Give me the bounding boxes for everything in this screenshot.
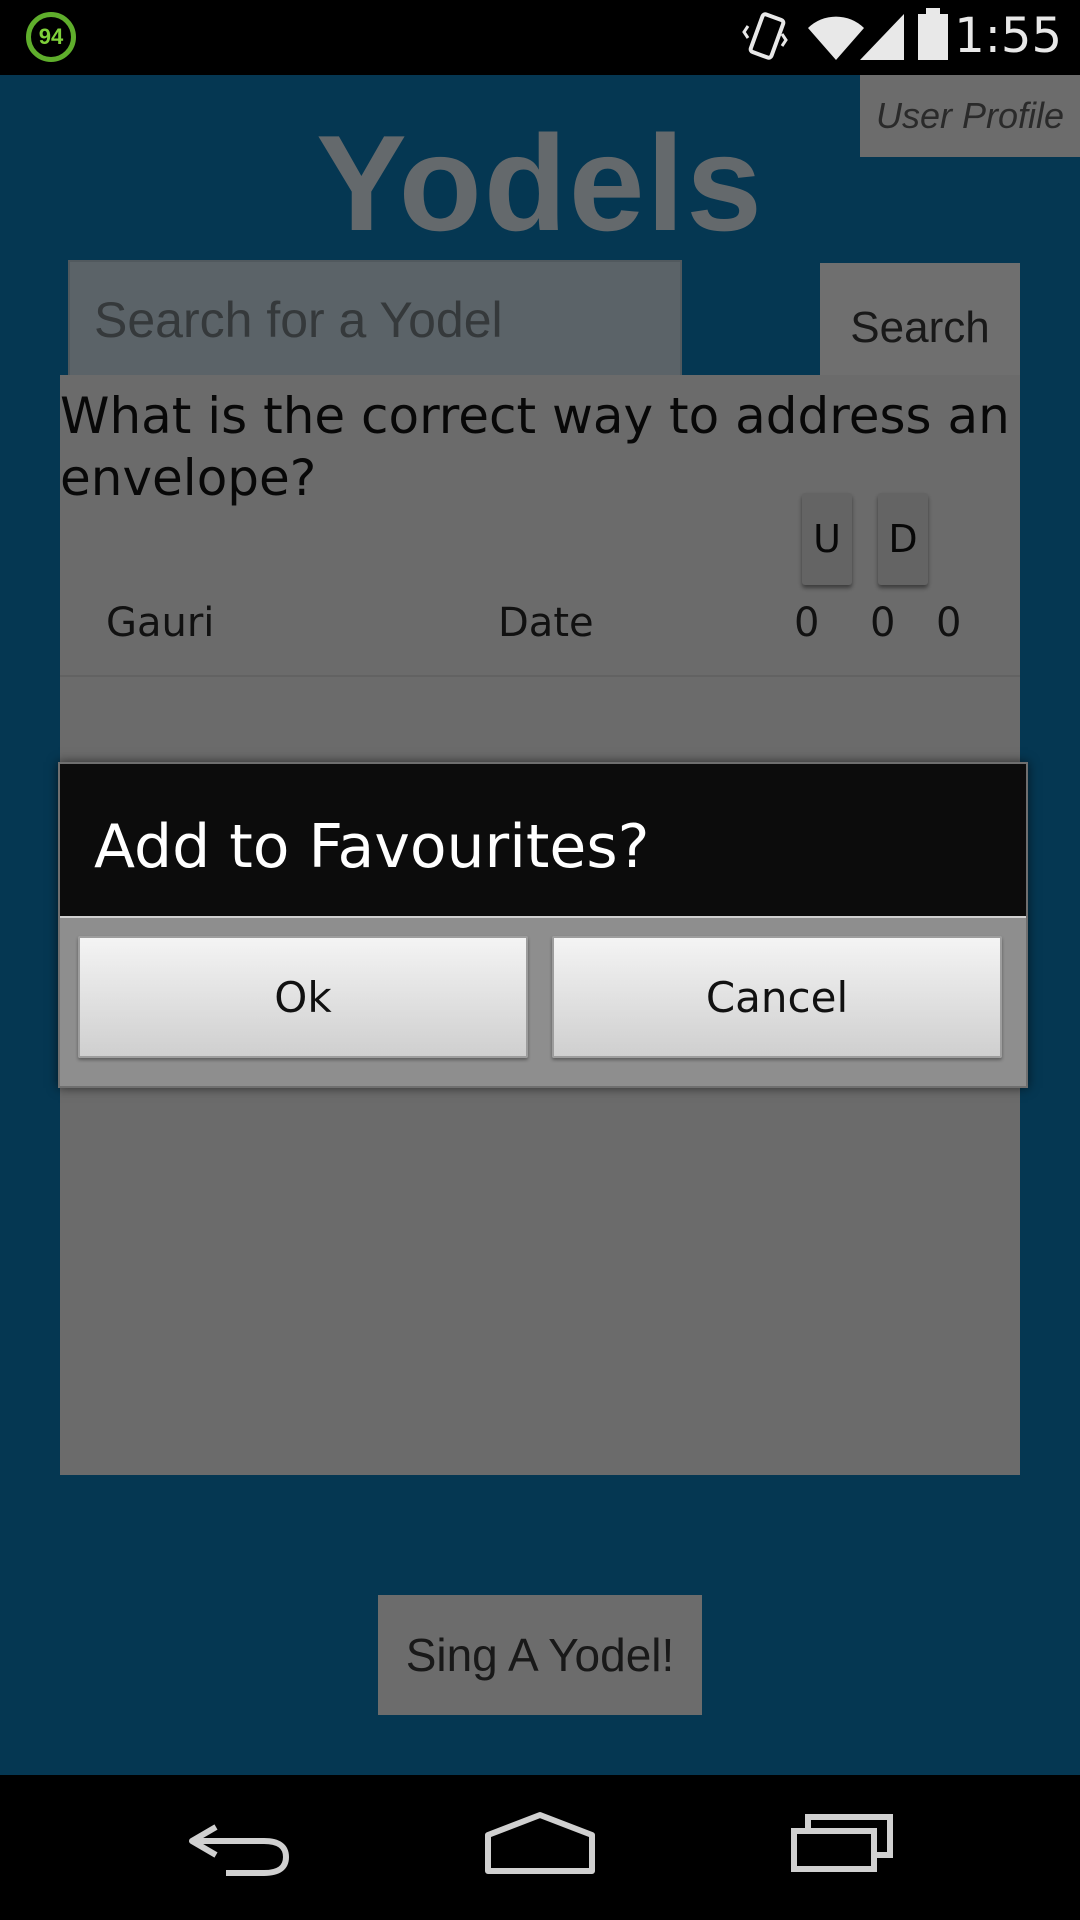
clock: 1:55 <box>954 8 1062 64</box>
battery-icon <box>918 8 948 60</box>
signal-icon <box>860 14 904 60</box>
home-icon[interactable] <box>484 1811 596 1875</box>
vibrate-icon <box>742 12 788 60</box>
ok-button[interactable]: Ok <box>78 936 528 1058</box>
wifi-icon <box>808 16 864 60</box>
recent-apps-icon[interactable] <box>790 1811 896 1873</box>
battery-percent-badge: 94 <box>26 12 76 62</box>
dialog-title: Add to Favourites? <box>94 812 650 882</box>
navigation-bar <box>0 1775 1080 1920</box>
favourites-dialog: Add to Favourites? Ok Cancel <box>58 762 1028 1088</box>
back-icon[interactable] <box>186 1817 292 1879</box>
status-bar: 94 1:55 <box>0 0 1080 75</box>
dialog-header: Add to Favourites? <box>60 764 1026 918</box>
cancel-button[interactable]: Cancel <box>552 936 1002 1058</box>
